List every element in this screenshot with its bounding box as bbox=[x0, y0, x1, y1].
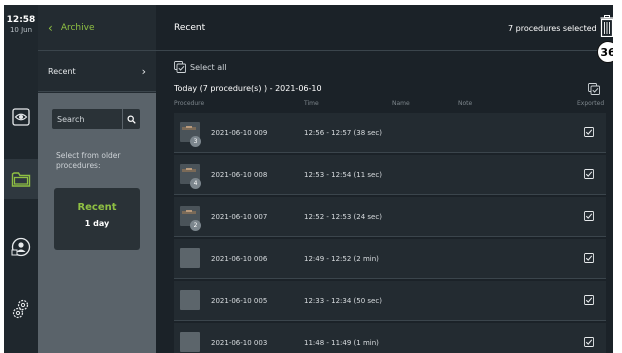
time-cell: 12:56 - 12:57 (38 sec) bbox=[304, 129, 382, 137]
recent-card-title: Recent bbox=[77, 202, 117, 213]
procedure-thumbnail: 4 bbox=[180, 164, 201, 189]
procedure-cell: 2021-06-10 009 bbox=[211, 129, 268, 137]
column-header-time: Time bbox=[304, 100, 319, 107]
clock-date: 10 Jun bbox=[9, 26, 33, 34]
procedure-cell: 2021-06-10 008 bbox=[211, 171, 268, 179]
image-count-badge: 2 bbox=[190, 220, 201, 231]
back-to-archive-button[interactable]: ‹ Archive bbox=[38, 5, 156, 51]
recent-filter-card[interactable]: Recent 1 day bbox=[54, 188, 140, 250]
table-row[interactable]: 3 2021-06-10 009 12:56 - 12:57 (38 sec) bbox=[174, 113, 606, 153]
trash-icon[interactable] bbox=[600, 15, 613, 37]
procedure-thumbnail bbox=[180, 332, 200, 352]
clock-time: 12:58 bbox=[6, 15, 36, 25]
image-count-badge: 4 bbox=[190, 178, 201, 189]
time-cell: 12:53 - 12:54 (11 sec) bbox=[304, 171, 382, 179]
page-title: Recent bbox=[174, 23, 206, 33]
time-cell: 12:49 - 12:52 (2 min) bbox=[304, 255, 379, 263]
procedure-cell: 2021-06-10 007 bbox=[211, 213, 268, 221]
rail-button-settings[interactable] bbox=[4, 289, 38, 329]
exported-checkbox-icon[interactable] bbox=[584, 337, 594, 347]
select-all-button[interactable]: Select all bbox=[174, 61, 227, 73]
time-cell: 11:48 - 11:49 (1 min) bbox=[304, 339, 379, 347]
chevron-right-icon: › bbox=[141, 65, 146, 78]
time-cell: 12:33 - 12:34 (50 sec) bbox=[304, 297, 382, 305]
status-clock: 12:58 10 Jun bbox=[4, 15, 38, 35]
callout-badge: 36 bbox=[597, 41, 613, 63]
table-row[interactable]: 2021-06-10 006 12:49 - 12:52 (2 min) bbox=[174, 239, 606, 279]
column-header-procedure: Procedure bbox=[174, 100, 205, 107]
select-all-icon bbox=[174, 61, 186, 73]
main-content: Recent 7 procedures selected 36 Select a… bbox=[156, 5, 613, 353]
selection-count: 7 procedures selected bbox=[508, 24, 597, 33]
procedure-cell: 2021-06-10 003 bbox=[211, 339, 268, 347]
folder-icon bbox=[11, 172, 31, 187]
procedure-cell: 2021-06-10 005 bbox=[211, 297, 268, 305]
user-icon bbox=[11, 237, 31, 257]
exported-checkbox-icon[interactable] bbox=[584, 253, 594, 263]
sidebar-item-label: Recent bbox=[48, 67, 76, 76]
main-header: Recent 7 procedures selected bbox=[156, 5, 613, 51]
eye-icon bbox=[12, 108, 30, 126]
exported-checkbox-icon[interactable] bbox=[584, 211, 594, 221]
chevron-left-icon: ‹ bbox=[48, 20, 53, 35]
procedure-thumbnail bbox=[180, 248, 200, 268]
select-all-label: Select all bbox=[190, 62, 227, 72]
search-icon bbox=[127, 115, 136, 124]
image-count-badge: 3 bbox=[190, 136, 201, 147]
procedure-cell: 2021-06-10 006 bbox=[211, 255, 268, 263]
archive-sidebar: ‹ Archive Recent › Search Select from ol… bbox=[38, 5, 156, 353]
column-header-name: Name bbox=[392, 100, 410, 107]
search-button[interactable] bbox=[122, 109, 140, 129]
column-header-note: Note bbox=[458, 100, 473, 107]
table-row[interactable]: 2021-06-10 005 12:33 - 12:34 (50 sec) bbox=[174, 281, 606, 321]
time-cell: 12:52 - 12:53 (24 sec) bbox=[304, 213, 382, 221]
sidebar-item-recent[interactable]: Recent › bbox=[38, 52, 156, 92]
table-row[interactable]: 2 2021-06-10 007 12:52 - 12:53 (24 sec) bbox=[174, 197, 606, 237]
table-row[interactable]: 2021-06-10 003 11:48 - 11:49 (1 min) bbox=[174, 323, 606, 353]
table-row[interactable]: 4 2021-06-10 008 12:53 - 12:54 (11 sec) bbox=[174, 155, 606, 195]
rail-button-users[interactable] bbox=[4, 227, 38, 267]
day-group-title: Today (7 procedure(s) ) - 2021-06-10 bbox=[174, 84, 322, 93]
exported-checkbox-icon[interactable] bbox=[584, 127, 594, 137]
table-header: Procedure Time Name Note Exported bbox=[174, 100, 606, 110]
column-header-exported: Exported bbox=[577, 100, 605, 107]
select-day-icon[interactable] bbox=[588, 83, 600, 95]
gear-icon bbox=[12, 299, 29, 319]
recent-card-subtitle: 1 day bbox=[84, 219, 110, 228]
procedure-thumbnail bbox=[180, 290, 200, 310]
procedure-thumbnail: 2 bbox=[180, 206, 201, 231]
exported-checkbox-icon[interactable] bbox=[584, 295, 594, 305]
older-procedures-label: Select from older procedures: bbox=[56, 151, 121, 170]
rail-button-live[interactable] bbox=[4, 97, 38, 137]
back-label: Archive bbox=[60, 22, 95, 33]
app-window: 12:58 10 Jun ‹ Archive Recent › Search S… bbox=[4, 5, 613, 353]
rail-button-archive[interactable] bbox=[4, 159, 38, 199]
nav-rail: 12:58 10 Jun bbox=[4, 5, 38, 353]
procedure-thumbnail: 3 bbox=[180, 122, 201, 147]
search-field[interactable]: Search bbox=[52, 109, 140, 129]
exported-checkbox-icon[interactable] bbox=[584, 169, 594, 179]
search-input[interactable]: Search bbox=[52, 115, 122, 124]
filter-panel: Search Select from older procedures: Rec… bbox=[38, 93, 156, 353]
